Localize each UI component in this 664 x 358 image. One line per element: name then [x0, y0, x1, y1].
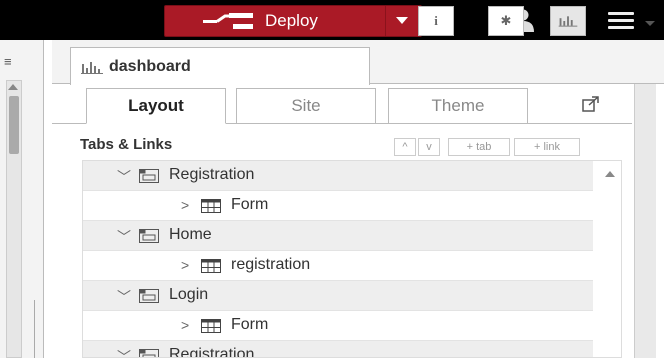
chevron-down-icon[interactable]: ﹀ [117, 287, 131, 307]
section-title: Tabs & Links [80, 136, 173, 153]
tree-row-label: Registration [169, 346, 255, 358]
tree-row-tab[interactable]: ﹀ Registration [83, 341, 593, 358]
menu-bar [608, 19, 634, 22]
list-menu-icon[interactable]: ≡ [4, 54, 12, 69]
deploy-separator [385, 6, 386, 36]
tree-row-label: registration [231, 256, 311, 273]
chevron-down-icon[interactable]: ﹀ [117, 227, 131, 247]
tab-theme[interactable]: Theme [388, 88, 528, 124]
chevron-right-icon[interactable]: > [181, 257, 189, 273]
move-up-button[interactable]: ^ [394, 138, 416, 156]
info-button[interactable]: i [418, 6, 454, 36]
deploy-label: Deploy [265, 11, 318, 30]
tree-row-group[interactable]: > Form [83, 311, 593, 341]
tree-row-group[interactable]: > registration [83, 251, 593, 281]
chevron-right-icon[interactable]: > [181, 197, 189, 213]
tree-row-label: Form [231, 196, 269, 213]
tree-row-label: Form [231, 316, 269, 333]
tabs-links-tree: ﹀ Registration > Form ﹀ Home > registrat… [82, 160, 622, 358]
bar-chart-icon [81, 62, 103, 74]
chevron-down-icon[interactable] [645, 21, 655, 26]
tree-row-label: Home [169, 226, 212, 243]
divider [34, 300, 35, 358]
tree-row-label: Login [169, 286, 209, 303]
tree-row-tab[interactable]: ﹀ Registration [83, 161, 593, 191]
menu-icon[interactable] [608, 12, 634, 30]
add-tab-button[interactable]: + tab [448, 138, 510, 156]
bar-chart-icon [558, 16, 578, 27]
chevron-right-icon[interactable]: > [181, 317, 189, 333]
table-icon [201, 199, 221, 213]
debug-button[interactable]: ✱ [488, 6, 524, 36]
tree-row-tab[interactable]: ﹀ Home [83, 221, 593, 251]
chevron-down-icon: v [426, 141, 432, 153]
dashboard-sidebar-button[interactable] [550, 6, 586, 36]
add-tab-label: + tab [466, 141, 492, 153]
deploy-main[interactable]: Deploy [165, 6, 385, 36]
chevron-up-icon: ^ [402, 141, 408, 153]
add-link-label: + link [534, 141, 560, 153]
deploy-icon [203, 13, 253, 29]
sidebar-tab-bar: dashboard [52, 40, 664, 85]
sidebar-tab-label: dashboard [109, 58, 191, 75]
tab-label: Site [291, 96, 321, 115]
add-link-button[interactable]: + link [514, 138, 580, 156]
tree-row-tab[interactable]: ﹀ Login [83, 281, 593, 311]
chevron-down-icon[interactable] [396, 17, 408, 24]
tab-icon [139, 289, 159, 303]
chevron-down-icon[interactable]: ﹀ [117, 347, 131, 357]
chevron-down-icon[interactable]: ﹀ [117, 167, 131, 187]
scroll-up-icon[interactable] [605, 171, 615, 177]
tab-icon [139, 349, 159, 357]
table-icon [201, 319, 221, 333]
tab-label: Theme [431, 96, 485, 115]
deploy-button[interactable]: Deploy [164, 5, 422, 37]
tab-site[interactable]: Site [236, 88, 376, 124]
menu-bar [608, 26, 634, 29]
tab-icon [139, 169, 159, 183]
external-link-icon[interactable] [582, 96, 600, 112]
tree-row-group[interactable]: > Form [83, 191, 593, 221]
tab-label: Layout [128, 96, 184, 115]
info-icon: i [434, 13, 438, 28]
scroll-up-icon[interactable] [8, 84, 18, 90]
menu-bar [608, 12, 634, 15]
tab-layout[interactable]: Layout [86, 88, 226, 124]
sidebar-tab-dashboard[interactable]: dashboard [70, 47, 370, 85]
tab-icon [139, 229, 159, 243]
tree-row-label: Registration [169, 166, 255, 183]
move-down-button[interactable]: v [418, 138, 440, 156]
workspace-scroll-thumb[interactable] [9, 96, 19, 154]
sidebar-scrollbar[interactable] [634, 84, 656, 358]
bug-icon: ✱ [500, 13, 512, 28]
table-icon [201, 259, 221, 273]
